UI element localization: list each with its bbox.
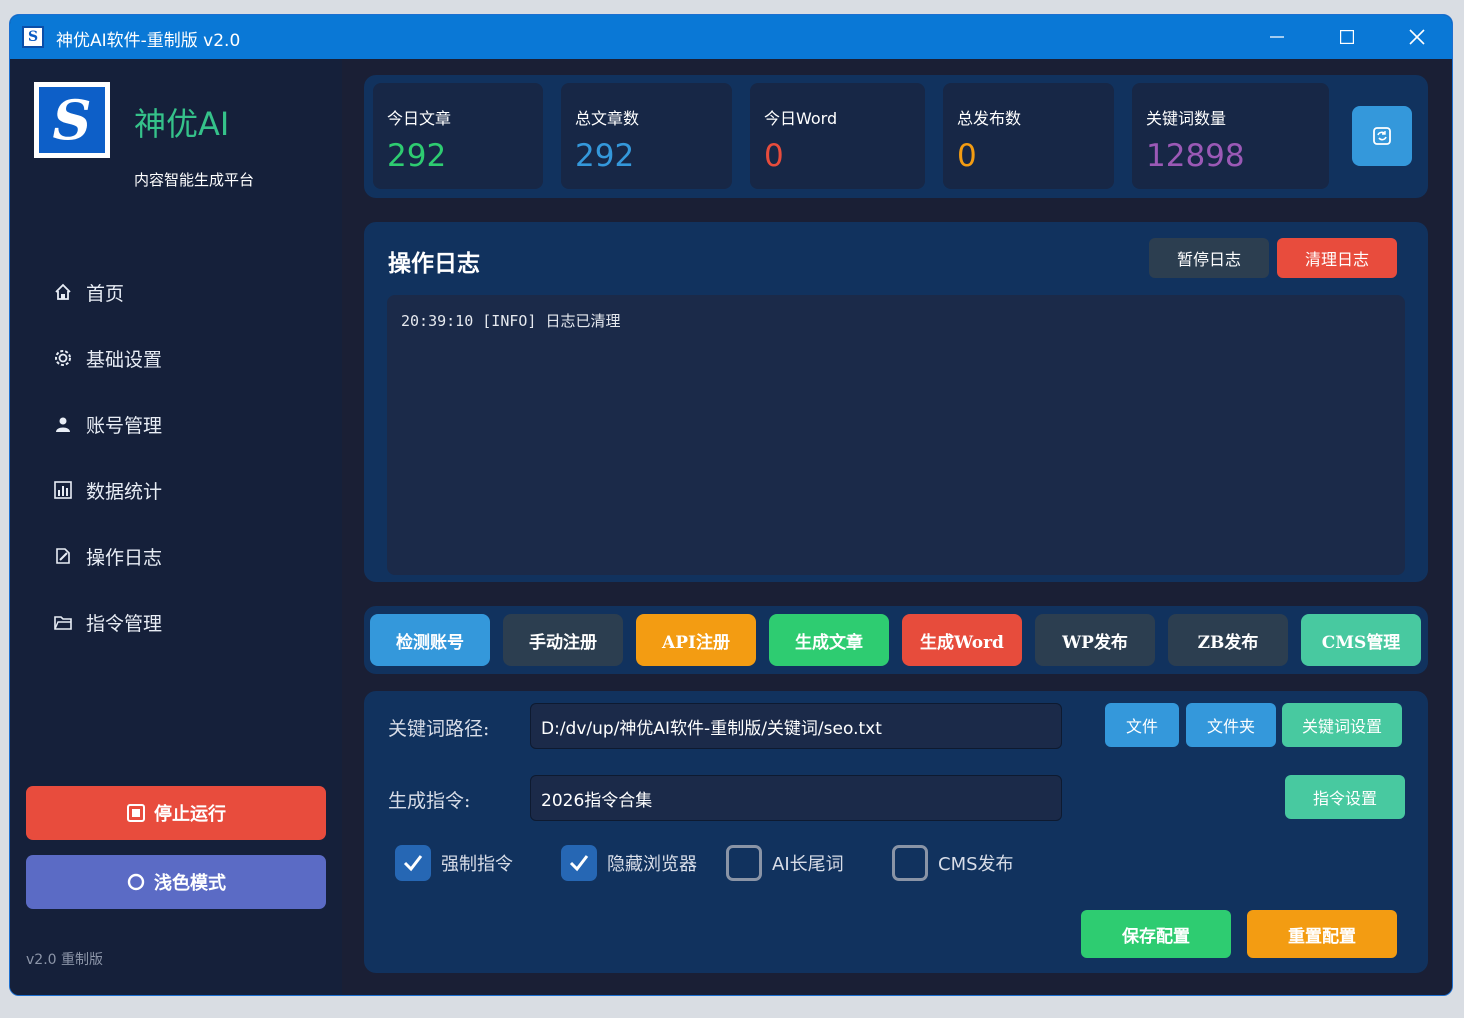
refresh-button[interactable] — [1352, 106, 1412, 166]
file-button[interactable]: 文件 — [1105, 703, 1179, 747]
log-output: 20:39:10 [INFO] 日志已清理 — [387, 295, 1405, 575]
close-icon — [1409, 29, 1425, 45]
sidebar-item-accounts[interactable]: 账号管理 — [48, 391, 318, 457]
sidebar-item-label: 首页 — [86, 282, 125, 305]
sidebar-item-logs[interactable]: 操作日志 — [48, 523, 318, 589]
keyword-path-label: 关键词路径: — [388, 718, 490, 740]
sidebar-item-label: 账号管理 — [86, 414, 163, 437]
stat-value: 292 — [387, 138, 447, 174]
sidebar-item-label: 数据统计 — [86, 480, 163, 503]
cms-manage-button[interactable]: CMS管理 — [1301, 614, 1421, 666]
log-entry: 20:39:10 [INFO] 日志已清理 — [401, 312, 621, 330]
reset-config-button[interactable]: 重置配置 — [1247, 910, 1397, 958]
brand-tagline: 内容智能生成平台 — [134, 171, 255, 189]
sidebar-item-label: 操作日志 — [86, 546, 163, 569]
checkbox-unchecked[interactable] — [726, 845, 762, 881]
keyword-path-input[interactable]: D:/dv/up/神优AI软件-重制版/关键词/seo.txt — [530, 703, 1062, 749]
stop-icon — [127, 804, 145, 822]
hide-browser-checkbox[interactable]: 隐藏浏览器 — [561, 845, 697, 881]
folder-button[interactable]: 文件夹 — [1186, 703, 1276, 747]
light-mode-button[interactable]: 浅色模式 — [26, 855, 326, 909]
stat-label: 今日文章 — [387, 109, 452, 128]
log-title: 操作日志 — [388, 250, 480, 277]
stat-label: 今日Word — [764, 109, 838, 128]
pause-log-button[interactable]: 暂停日志 — [1149, 238, 1269, 278]
save-config-button[interactable]: 保存配置 — [1081, 910, 1231, 958]
sidebar-item-stats[interactable]: 数据统计 — [48, 457, 318, 523]
user-icon — [48, 416, 78, 432]
checkbox-label: 隐藏浏览器 — [607, 854, 697, 875]
close-button[interactable] — [1382, 15, 1452, 59]
chart-icon — [48, 481, 78, 499]
checkbox-label: CMS发布 — [938, 854, 1014, 875]
stats-panel: 今日文章 292 总文章数 292 今日Word 0 总发布数 0 关键词数量 … — [364, 75, 1428, 198]
app-window: S 神优AI软件-重制版 v2.0 S 神优AI 内容智能生成平台 首页 基础设… — [9, 14, 1453, 996]
stat-label: 总发布数 — [957, 109, 1022, 128]
config-panel: 关键词路径: D:/dv/up/神优AI软件-重制版/关键词/seo.txt 文… — [364, 691, 1428, 973]
wp-publish-button[interactable]: WP发布 — [1035, 614, 1155, 666]
stop-button[interactable]: 停止运行 — [26, 786, 326, 840]
checkbox-label: 强制指令 — [441, 854, 513, 875]
clear-log-button[interactable]: 清理日志 — [1277, 238, 1397, 278]
home-icon — [48, 283, 78, 301]
stat-value: 292 — [575, 138, 635, 174]
sidebar-nav: 首页 基础设置 账号管理 数据统计 操作日志 指令管理 — [48, 259, 318, 655]
cms-publish-checkbox[interactable]: CMS发布 — [892, 845, 1014, 881]
force-command-checkbox[interactable]: 强制指令 — [395, 845, 513, 881]
sidebar-item-settings[interactable]: 基础设置 — [48, 325, 318, 391]
checkbox-label: AI长尾词 — [772, 854, 844, 875]
stat-card-today-articles: 今日文章 292 — [373, 83, 543, 189]
sidebar: S 神优AI 内容智能生成平台 首页 基础设置 账号管理 数据统计 操作日志 指… — [10, 59, 342, 995]
log-panel: 操作日志 暂停日志 清理日志 20:39:10 [INFO] 日志已清理 — [364, 222, 1428, 582]
stat-card-total-articles: 总文章数 292 — [561, 83, 732, 189]
sidebar-item-home[interactable]: 首页 — [48, 259, 318, 325]
stat-value: 0 — [957, 138, 977, 174]
minimize-icon — [1270, 36, 1284, 38]
check-icon — [569, 855, 589, 872]
command-settings-button[interactable]: 指令设置 — [1285, 775, 1405, 819]
checkbox-checked[interactable] — [561, 845, 597, 881]
stat-card-today-word: 今日Word 0 — [750, 83, 925, 189]
refresh-icon — [1373, 127, 1391, 145]
checkbox-checked[interactable] — [395, 845, 431, 881]
sidebar-item-label: 基础设置 — [86, 348, 163, 371]
edit-icon — [48, 547, 78, 565]
stop-button-label: 停止运行 — [154, 804, 226, 825]
gear-icon — [48, 347, 78, 369]
folder-icon — [48, 614, 78, 630]
checkbox-unchecked[interactable] — [892, 845, 928, 881]
maximize-icon — [1340, 30, 1354, 44]
circle-icon — [127, 873, 145, 891]
stat-value: 0 — [764, 138, 784, 174]
window-title: 神优AI软件-重制版 v2.0 — [56, 31, 241, 51]
generate-word-button[interactable]: 生成Word — [902, 614, 1022, 666]
check-account-button[interactable]: 检测账号 — [370, 614, 490, 666]
command-label: 生成指令: — [388, 790, 471, 812]
sidebar-item-commands[interactable]: 指令管理 — [48, 589, 318, 655]
main-content: 今日文章 292 总文章数 292 今日Word 0 总发布数 0 关键词数量 … — [342, 59, 1452, 995]
light-mode-label: 浅色模式 — [154, 873, 226, 894]
stat-card-total-published: 总发布数 0 — [943, 83, 1114, 189]
command-input[interactable]: 2026指令合集 — [530, 775, 1062, 821]
app-icon: S — [22, 26, 44, 48]
stat-card-keywords: 关键词数量 12898 — [1132, 83, 1329, 189]
check-icon — [403, 855, 423, 872]
stat-value: 12898 — [1146, 138, 1245, 174]
brand-name: 神优AI — [134, 105, 230, 143]
stat-label: 总文章数 — [575, 109, 640, 128]
stat-label: 关键词数量 — [1146, 109, 1227, 128]
api-register-button[interactable]: API注册 — [636, 614, 756, 666]
ai-longtail-checkbox[interactable]: AI长尾词 — [726, 845, 844, 881]
keyword-settings-button[interactable]: 关键词设置 — [1282, 703, 1402, 747]
maximize-button[interactable] — [1312, 15, 1382, 59]
title-bar: S 神优AI软件-重制版 v2.0 — [10, 15, 1452, 59]
actions-panel: 检测账号 手动注册 API注册 生成文章 生成Word WP发布 ZB发布 CM… — [364, 606, 1428, 674]
manual-register-button[interactable]: 手动注册 — [503, 614, 623, 666]
generate-article-button[interactable]: 生成文章 — [769, 614, 889, 666]
version-label: v2.0 重制版 — [26, 952, 103, 968]
sidebar-item-label: 指令管理 — [86, 612, 163, 635]
minimize-button[interactable] — [1242, 15, 1312, 59]
logo: S — [34, 82, 110, 158]
zb-publish-button[interactable]: ZB发布 — [1168, 614, 1288, 666]
